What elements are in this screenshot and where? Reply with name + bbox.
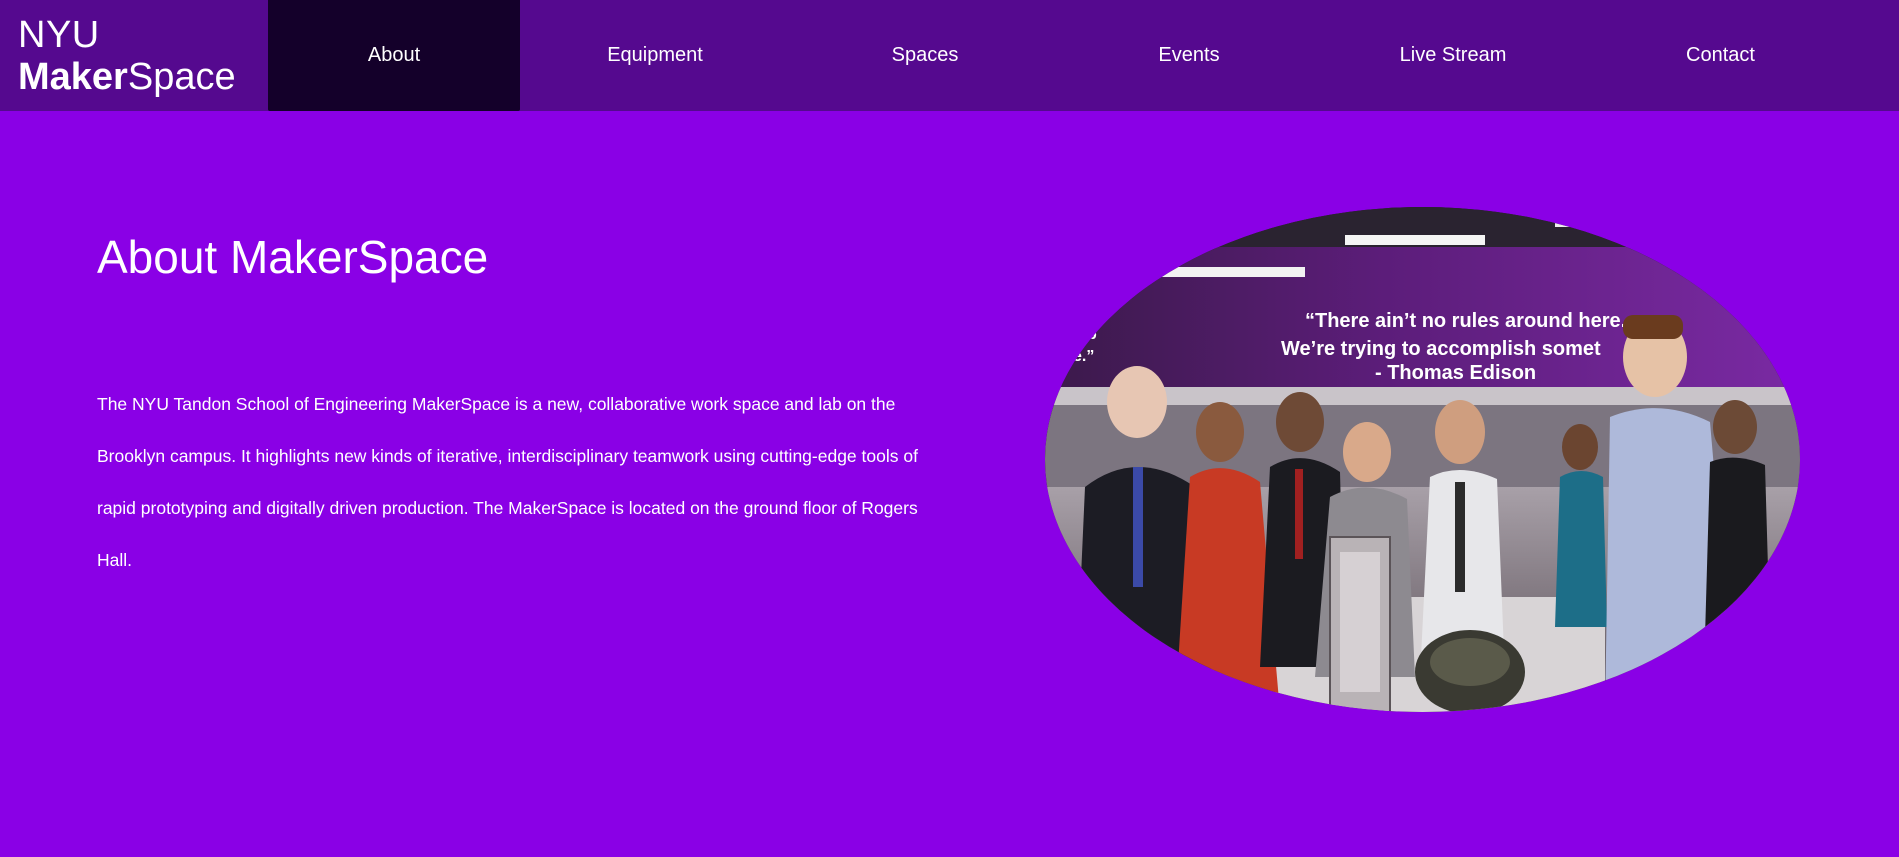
quote-line-2: We’re trying to accomplish somet (1281, 338, 1601, 360)
person-head (1435, 400, 1485, 464)
person-head (1562, 424, 1598, 470)
nav-item-live-stream[interactable]: Live Stream (1318, 0, 1588, 111)
page-title: About MakerSpace (97, 231, 489, 283)
nav-item-spaces[interactable]: Spaces (790, 0, 1060, 111)
quote-line-1: “There ain’t no rules around here. (1305, 310, 1626, 332)
brand-space-text: Space (127, 55, 236, 98)
brand-makerspace-text: MakerSpace (18, 58, 268, 96)
person-body (1555, 471, 1607, 627)
brand-maker-text: Maker (18, 55, 128, 98)
person-head (1343, 422, 1391, 482)
person-head (1107, 366, 1167, 438)
about-description: The NYU Tandon School of Engineering Mak… (97, 394, 918, 570)
quote-fragment-left-1: b (1087, 326, 1097, 343)
brand-logo[interactable]: NYU MakerSpace (0, 0, 268, 111)
top-navbar: NYU MakerSpace About Equipment Spaces Ev… (0, 0, 1899, 111)
person-head (1196, 402, 1244, 462)
nav-item-contact[interactable]: Contact (1588, 0, 1853, 111)
person-head (1276, 392, 1324, 452)
nav-item-equipment[interactable]: Equipment (520, 0, 790, 111)
nav-item-about[interactable]: About (268, 0, 520, 111)
person-body (1705, 457, 1770, 637)
quote-line-3: - Thomas Edison (1375, 362, 1536, 384)
nav-menu: About Equipment Spaces Events Live Strea… (268, 0, 1899, 111)
person-head (1713, 400, 1757, 454)
makerspace-photo: “There ain’t no rules around here. We’re… (1045, 207, 1800, 712)
quote-fragment-left-2: e.” (1073, 348, 1094, 365)
nav-item-events[interactable]: Events (1060, 0, 1318, 111)
brand-nyu-text: NYU (18, 13, 100, 56)
